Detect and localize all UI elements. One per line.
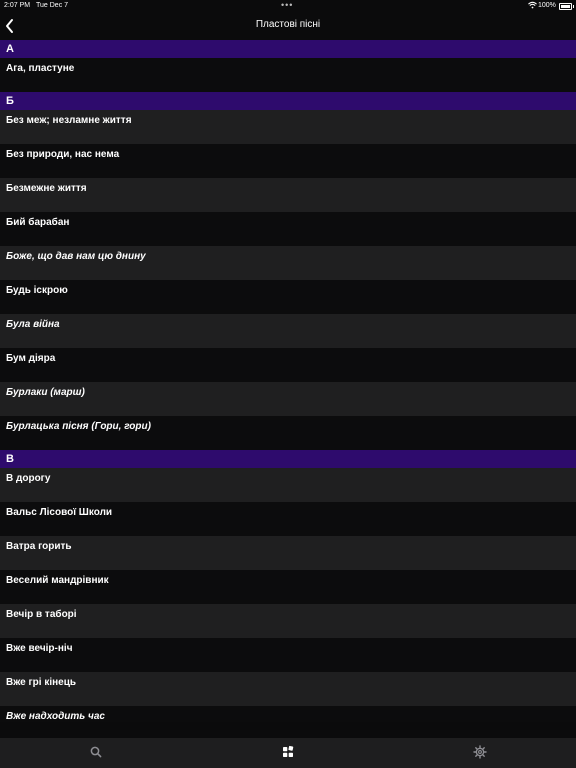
search-icon[interactable] bbox=[89, 745, 103, 759]
list-item[interactable]: Бий барабан bbox=[0, 212, 576, 246]
navigation-bar: Пластові пісні bbox=[0, 12, 576, 40]
list-item[interactable]: Вечір в таборі bbox=[0, 604, 576, 638]
gear-icon[interactable] bbox=[473, 745, 487, 759]
wifi-icon bbox=[528, 1, 537, 9]
list-item[interactable]: Бурлаки (марш) bbox=[0, 382, 576, 416]
section-header-v: В bbox=[0, 450, 576, 468]
list-item[interactable]: Була війна bbox=[0, 314, 576, 348]
grid-icon[interactable] bbox=[281, 745, 295, 759]
list-item[interactable]: Ага, пластуне bbox=[0, 58, 576, 92]
list-item[interactable]: Без меж; незламне життя bbox=[0, 110, 576, 144]
section-header-a: А bbox=[0, 40, 576, 58]
list-item[interactable]: Без природи, нас нема bbox=[0, 144, 576, 178]
section-header-b: Б bbox=[0, 92, 576, 110]
page-title: Пластові пісні bbox=[255, 19, 321, 30]
song-list: А Ага, пластуне Б Без меж; незламне житт… bbox=[0, 40, 576, 722]
list-item[interactable]: Безмежне життя bbox=[0, 178, 576, 212]
list-item[interactable]: Бурлацька пісня (Гори, гори) bbox=[0, 416, 576, 450]
tab-bar bbox=[0, 738, 576, 768]
list-item[interactable]: В дорогу bbox=[0, 468, 576, 502]
list-item[interactable]: Боже, що дав нам цю днину bbox=[0, 246, 576, 280]
multitasking-dots-icon[interactable]: ••• bbox=[281, 0, 293, 10]
list-item[interactable]: Веселий мандрівник bbox=[0, 570, 576, 604]
list-item[interactable]: Бум діяра bbox=[0, 348, 576, 382]
list-item[interactable]: Вже грі кінець bbox=[0, 672, 576, 706]
list-item[interactable]: Вальс Лісової Школи bbox=[0, 502, 576, 536]
status-bar: 2:07 PM Tue Dec 7 ••• 100% bbox=[0, 0, 576, 12]
status-date: Tue Dec 7 bbox=[36, 2, 69, 9]
battery-percent: 100% bbox=[538, 2, 556, 9]
list-item[interactable]: Вже надходить час bbox=[0, 706, 576, 722]
status-time: 2:07 PM bbox=[4, 2, 31, 9]
list-item[interactable]: Ватра горить bbox=[0, 536, 576, 570]
battery-icon bbox=[559, 3, 574, 10]
list-item[interactable]: Вже вечір-ніч bbox=[0, 638, 576, 672]
list-item[interactable]: Будь іскрою bbox=[0, 280, 576, 314]
